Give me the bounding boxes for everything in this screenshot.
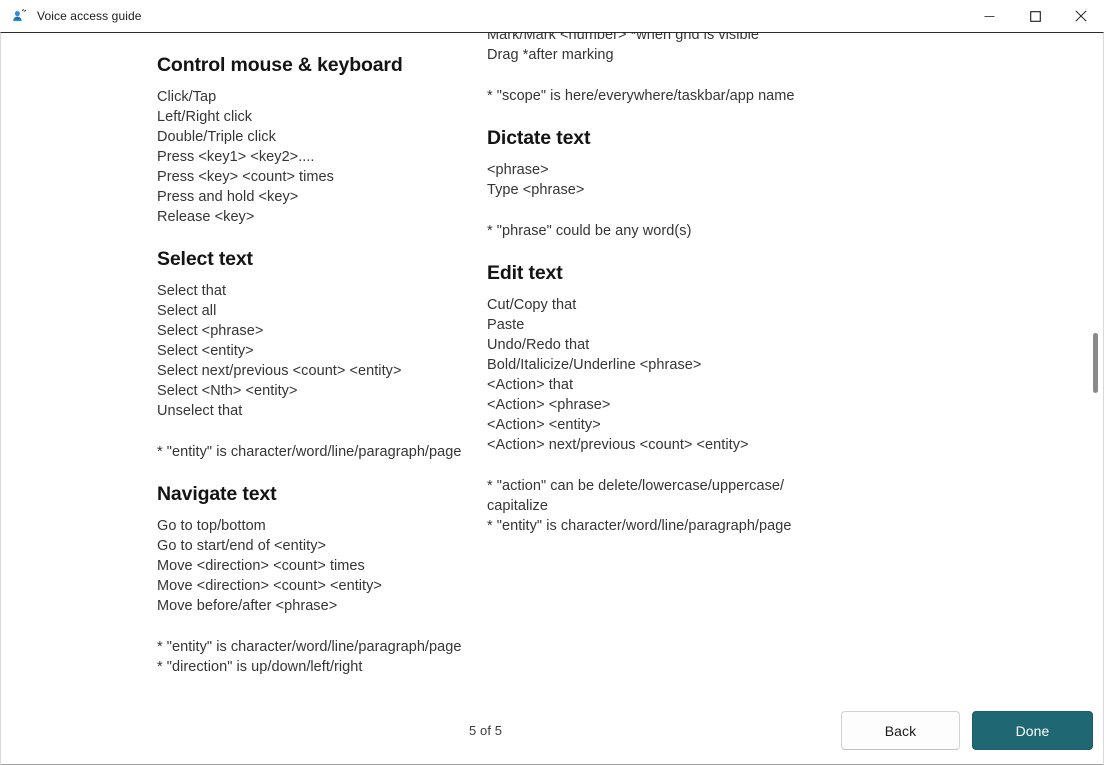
- scroll-area: Control mouse & keyboard Click/Tap Left/…: [1, 33, 1103, 697]
- list-item: Select <phrase>: [157, 323, 264, 339]
- scrollbar-thumb[interactable]: [1093, 333, 1098, 393]
- command-list-navigate-text: Go to top/bottom Go to start/end of <ent…: [157, 516, 487, 616]
- list-item: Double/Triple click: [157, 129, 276, 145]
- note-text: * "entity" is character/word/line/paragr…: [157, 639, 462, 655]
- page-indicator: 5 of 5: [469, 723, 503, 738]
- window-controls: [966, 0, 1104, 32]
- guide-content: Control mouse & keyboard Click/Tap Left/…: [0, 32, 1104, 765]
- section-heading-select-text: Select text: [157, 248, 253, 270]
- list-item: Left/Right click: [157, 109, 253, 125]
- close-icon[interactable]: [1058, 0, 1104, 32]
- list-item: Select all: [157, 303, 217, 319]
- vertical-scrollbar[interactable]: [1088, 33, 1103, 697]
- note-text: * "phrase" could be any word(s): [487, 223, 692, 239]
- list-item: Click/Tap: [157, 89, 217, 105]
- list-item: Press <key> <count> times: [157, 169, 334, 185]
- list-item: Move <direction> <count> <entity>: [157, 578, 382, 594]
- right-column: Mark/Mark <number> *when grid is visible…: [487, 33, 847, 677]
- voice-access-icon: [11, 8, 28, 25]
- note-text: * "entity" is character/word/line/paragr…: [487, 518, 792, 534]
- list-item: Unselect that: [157, 403, 243, 419]
- list-item: <Action> that: [487, 377, 574, 393]
- list-item: Select <entity>: [157, 343, 254, 359]
- note-text: * "scope" is here/everywhere/taskbar/app…: [487, 88, 795, 104]
- command-list-control-mouse-keyboard: Click/Tap Left/Right click Double/Triple…: [157, 87, 487, 227]
- title-bar: Voice access guide: [0, 0, 1104, 32]
- section-heading-control-mouse-keyboard: Control mouse & keyboard: [157, 54, 403, 76]
- list-item: Press <key1> <key2>....: [157, 149, 315, 165]
- note-block-edit-text: * "action" can be delete/lowercase/upper…: [487, 476, 847, 536]
- section-heading-navigate-text: Navigate text: [157, 483, 277, 505]
- list-item: Press and hold <key>: [157, 189, 299, 205]
- footer-buttons: Back Done: [841, 711, 1093, 750]
- note-text: capitalize: [487, 498, 548, 514]
- list-item: Drag *after marking: [487, 47, 614, 63]
- list-item: <Action> <entity>: [487, 417, 601, 433]
- left-column: Control mouse & keyboard Click/Tap Left/…: [157, 33, 487, 677]
- back-button[interactable]: Back: [841, 711, 960, 750]
- note-block-select-text: * "entity" is character/word/line/paragr…: [157, 442, 487, 462]
- list-item: <Action> next/previous <count> <entity>: [487, 437, 749, 453]
- list-item: Go to start/end of <entity>: [157, 538, 327, 554]
- note-text: * "action" can be delete/lowercase/upper…: [487, 478, 785, 494]
- command-list-dictate-text: <phrase> Type <phrase>: [487, 160, 847, 200]
- window-title: Voice access guide: [37, 9, 142, 23]
- footer-bar: 5 of 5 Back Done: [1, 697, 1103, 765]
- list-item: Select next/previous <count> <entity>: [157, 363, 402, 379]
- list-item: Mark/Mark <number> *when grid is visible: [487, 33, 759, 43]
- list-item: Bold/Italicize/Underline <phrase>: [487, 357, 702, 373]
- list-item: Type <phrase>: [487, 182, 585, 198]
- list-item: Select that: [157, 283, 227, 299]
- maximize-icon[interactable]: [1012, 0, 1058, 32]
- title-bar-left: Voice access guide: [0, 8, 966, 25]
- minimize-icon[interactable]: [966, 0, 1012, 32]
- done-button[interactable]: Done: [972, 711, 1093, 750]
- list-item: Release <key>: [157, 209, 255, 225]
- note-text: * "direction" is up/down/left/right: [157, 659, 363, 675]
- guide-columns: Control mouse & keyboard Click/Tap Left/…: [1, 33, 1103, 677]
- note-block-continued: * "scope" is here/everywhere/taskbar/app…: [487, 86, 847, 106]
- voice-access-guide-window: Voice access guide Control mouse & keybo…: [0, 0, 1104, 765]
- command-list-continued: Mark/Mark <number> *when grid is visible…: [487, 33, 847, 65]
- list-item: Select <Nth> <entity>: [157, 383, 298, 399]
- list-item: Go to top/bottom: [157, 518, 266, 534]
- command-list-select-text: Select that Select all Select <phrase> S…: [157, 281, 487, 421]
- list-item: Undo/Redo that: [487, 337, 590, 353]
- list-item: Paste: [487, 317, 525, 333]
- list-item: <phrase>: [487, 162, 549, 178]
- note-block-dictate-text: * "phrase" could be any word(s): [487, 221, 847, 241]
- list-item: Move before/after <phrase>: [157, 598, 338, 614]
- command-list-edit-text: Cut/Copy that Paste Undo/Redo that Bold/…: [487, 295, 847, 455]
- list-item: <Action> <phrase>: [487, 397, 611, 413]
- note-block-navigate-text: * "entity" is character/word/line/paragr…: [157, 637, 487, 677]
- list-item: Move <direction> <count> times: [157, 558, 365, 574]
- list-item: Cut/Copy that: [487, 297, 577, 313]
- note-text: * "entity" is character/word/line/paragr…: [157, 444, 462, 460]
- section-heading-dictate-text: Dictate text: [487, 127, 591, 149]
- section-heading-edit-text: Edit text: [487, 262, 563, 284]
